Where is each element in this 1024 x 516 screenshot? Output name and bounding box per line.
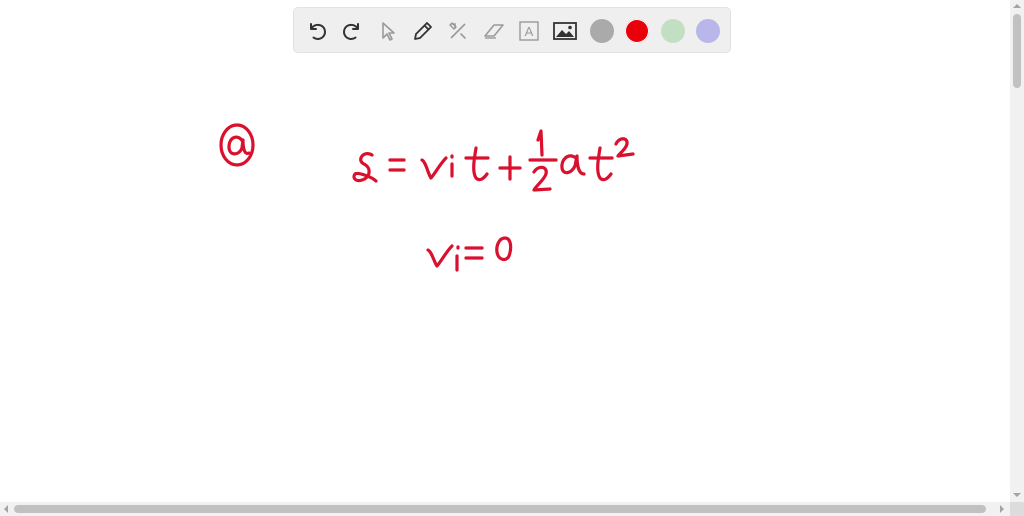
image-tool-button[interactable] bbox=[553, 19, 577, 43]
text-tool-button[interactable]: A bbox=[517, 19, 541, 43]
horizontal-scroll-thumb[interactable] bbox=[14, 505, 986, 513]
hammer-wrench-icon bbox=[446, 19, 470, 43]
select-tool-button[interactable] bbox=[376, 19, 400, 43]
tools-button[interactable] bbox=[446, 19, 470, 43]
scroll-down-arrow[interactable] bbox=[1013, 493, 1021, 497]
drawing-toolbar: A bbox=[293, 7, 731, 53]
vertical-scroll-thumb[interactable] bbox=[1013, 14, 1021, 88]
redo-icon bbox=[340, 19, 364, 43]
equation-initial-velocity bbox=[426, 236, 513, 272]
pen-tool-button[interactable] bbox=[411, 19, 435, 43]
eraser-icon bbox=[482, 19, 506, 43]
scrollbar-corner bbox=[1010, 502, 1024, 516]
undo-icon bbox=[305, 19, 329, 43]
image-icon bbox=[552, 19, 578, 43]
color-swatch-light-green[interactable] bbox=[661, 19, 685, 43]
handwritten-notes bbox=[219, 123, 635, 272]
redo-button[interactable] bbox=[340, 19, 364, 43]
color-swatch-red[interactable] bbox=[625, 19, 649, 43]
cursor-icon bbox=[376, 19, 400, 43]
color-swatch-lavender[interactable] bbox=[696, 19, 720, 43]
eraser-tool-button[interactable] bbox=[482, 19, 506, 43]
vertical-scrollbar[interactable] bbox=[1010, 0, 1024, 502]
scroll-left-arrow[interactable] bbox=[4, 505, 8, 513]
circled-a-label bbox=[219, 123, 255, 167]
scroll-right-arrow[interactable] bbox=[1000, 505, 1004, 513]
drawing-canvas[interactable]: A bbox=[0, 0, 1010, 502]
horizontal-scrollbar[interactable] bbox=[0, 502, 1010, 516]
scroll-up-arrow[interactable] bbox=[1013, 4, 1021, 8]
undo-button[interactable] bbox=[305, 19, 329, 43]
text-tool-label: A bbox=[525, 24, 534, 39]
pencil-icon bbox=[411, 19, 435, 43]
text-box-icon: A bbox=[517, 19, 541, 43]
color-swatch-gray[interactable] bbox=[590, 19, 614, 43]
equation-displacement bbox=[352, 129, 635, 192]
